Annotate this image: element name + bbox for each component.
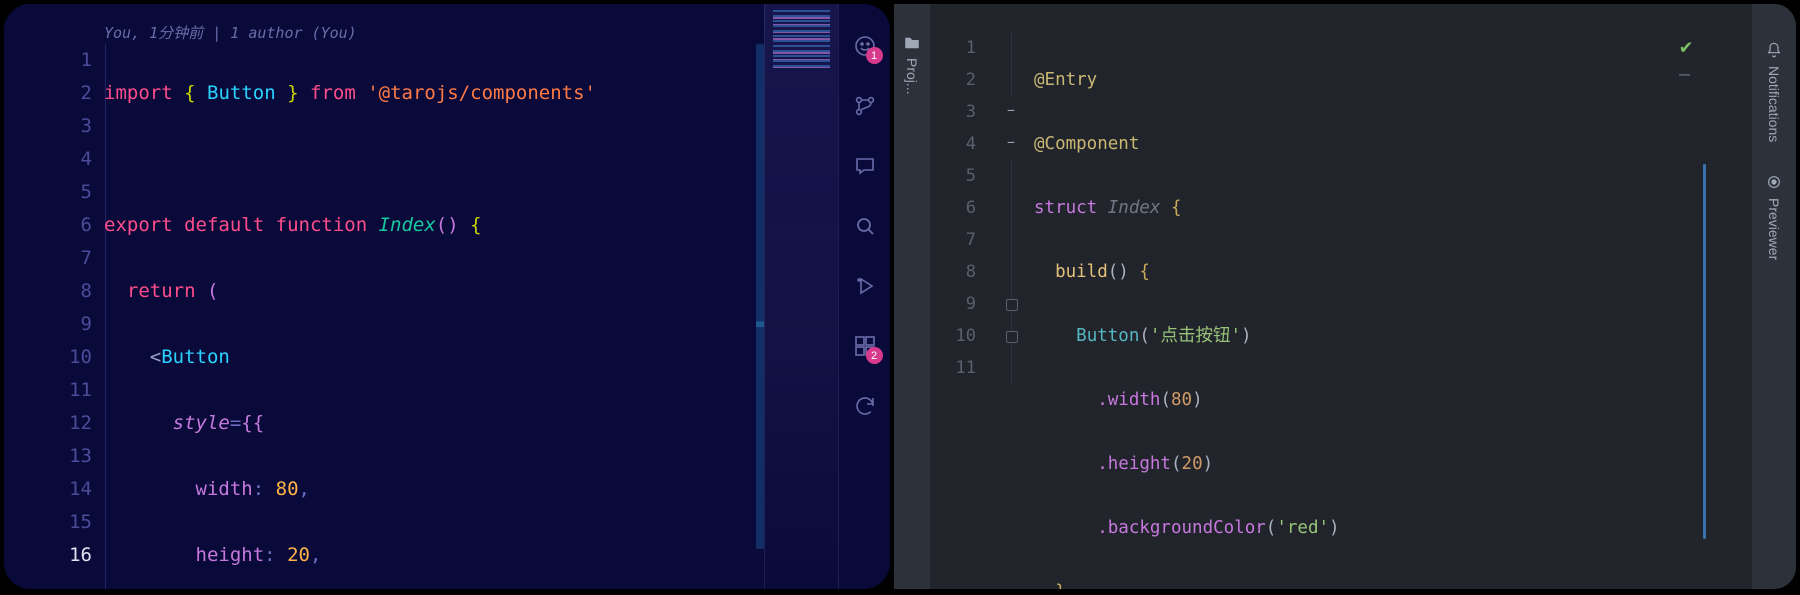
- editor-right: Proj... 1 2 3 4 5 6 7 8 9 10 11: [894, 4, 1796, 589]
- prop-height: height: [196, 544, 265, 566]
- extensions-badge: 2: [866, 347, 883, 364]
- fold-toggle[interactable]: [988, 128, 1034, 160]
- line-number[interactable]: 2: [930, 64, 976, 96]
- line-number[interactable]: 9: [930, 288, 976, 320]
- minimap[interactable]: [764, 4, 838, 589]
- fn-build: build: [1055, 262, 1108, 282]
- anno-entry: @Entry: [1034, 70, 1097, 90]
- right-line-gutter[interactable]: 1 2 3 4 5 6 7 8 9 10 11: [930, 4, 988, 589]
- line-number[interactable]: 4: [930, 128, 976, 160]
- sync-icon[interactable]: [851, 392, 879, 420]
- line-number-active[interactable]: 16: [4, 539, 92, 572]
- line-number[interactable]: 5: [4, 176, 92, 209]
- anno-component: @Component: [1034, 134, 1139, 154]
- left-activity-bar: 1 2: [838, 4, 890, 589]
- line-number[interactable]: 2: [4, 77, 92, 110]
- line-number[interactable]: 14: [4, 473, 92, 506]
- line-number[interactable]: 7: [930, 224, 976, 256]
- previewer-tab[interactable]: Previewer: [1766, 170, 1782, 260]
- line-number[interactable]: 3: [4, 110, 92, 143]
- chain-backgroundColor: .backgroundColor: [1097, 518, 1266, 538]
- fn-Index: Index: [379, 214, 436, 236]
- line-number[interactable]: 8: [4, 275, 92, 308]
- extensions-icon[interactable]: 2: [851, 332, 879, 360]
- line-number[interactable]: 11: [4, 374, 92, 407]
- right-side-panel: Notifications Previewer: [1752, 4, 1796, 589]
- line-number[interactable]: 1: [4, 44, 92, 77]
- fold-gutter[interactable]: [988, 4, 1034, 589]
- notifications-tab[interactable]: Notifications: [1766, 38, 1782, 142]
- kw-import: import: [104, 82, 173, 104]
- left-line-gutter[interactable]: 1 2 3 4 5 6 7 8 9 10 11 12 13 14 15 16: [4, 22, 104, 589]
- ai-badge: 1: [866, 47, 883, 64]
- folder-icon: [903, 34, 921, 52]
- fold-toggle[interactable]: [988, 288, 1034, 320]
- line-number[interactable]: 7: [4, 242, 92, 275]
- str-package: '@tarojs/components': [367, 82, 596, 104]
- branch-icon[interactable]: [851, 92, 879, 120]
- ai-icon[interactable]: 1: [851, 32, 879, 60]
- line-number[interactable]: 13: [4, 440, 92, 473]
- jsx-open-Button: Button: [161, 346, 230, 368]
- fold-toggle[interactable]: [988, 320, 1034, 352]
- editor-left: 1 2 3 4 5 6 7 8 9 10 11 12 13 14 15 16 Y…: [4, 4, 890, 589]
- line-number[interactable]: 12: [4, 407, 92, 440]
- search-icon[interactable]: [851, 212, 879, 240]
- line-number[interactable]: 6: [4, 209, 92, 242]
- codelens-authors[interactable]: You, 1分钟前 | 1 author (You): [104, 22, 764, 44]
- chain-height: .height: [1097, 454, 1171, 474]
- fold-toggle[interactable]: [988, 96, 1034, 128]
- problems-indicator[interactable]: –: [1679, 64, 1690, 85]
- chain-width: .width: [1097, 390, 1160, 410]
- line-number[interactable]: 8: [930, 256, 976, 288]
- right-tool-strip: Proj...: [894, 4, 930, 589]
- attr-style: style: [173, 412, 230, 434]
- call-Button: Button: [1076, 326, 1139, 346]
- ident-Button: Button: [207, 82, 276, 104]
- left-code-area[interactable]: You, 1分钟前 | 1 author (You) import { Butt…: [104, 22, 764, 589]
- line-number[interactable]: 9: [4, 308, 92, 341]
- right-editor-main: 1 2 3 4 5 6 7 8 9 10 11: [930, 4, 1752, 589]
- line-number[interactable]: 11: [930, 352, 976, 384]
- line-number[interactable]: 4: [4, 143, 92, 176]
- scroll-marker[interactable]: [1703, 164, 1706, 539]
- line-number[interactable]: 3: [930, 96, 976, 128]
- overview-ruler[interactable]: [756, 44, 764, 549]
- line-number[interactable]: 15: [4, 506, 92, 539]
- debug-icon[interactable]: [851, 272, 879, 300]
- side-by-side-editors: 1 2 3 4 5 6 7 8 9 10 11 12 13 14 15 16 Y…: [0, 0, 1800, 595]
- line-number[interactable]: 5: [930, 160, 976, 192]
- line-number[interactable]: 6: [930, 192, 976, 224]
- struct-Index: Index: [1108, 198, 1161, 218]
- line-number[interactable]: 10: [930, 320, 976, 352]
- check-icon[interactable]: ✔: [1680, 34, 1692, 58]
- line-number[interactable]: 1: [930, 32, 976, 64]
- bell-icon: [1766, 42, 1782, 58]
- right-code-area[interactable]: @Entry @Component struct Index { build()…: [1034, 4, 1752, 589]
- prop-width: width: [196, 478, 253, 500]
- eye-icon: [1766, 174, 1782, 190]
- line-number[interactable]: 10: [4, 341, 92, 374]
- left-editor-main: 1 2 3 4 5 6 7 8 9 10 11 12 13 14 15 16 Y…: [4, 4, 764, 589]
- project-panel-tab[interactable]: Proj...: [903, 34, 921, 95]
- chat-icon[interactable]: [851, 152, 879, 180]
